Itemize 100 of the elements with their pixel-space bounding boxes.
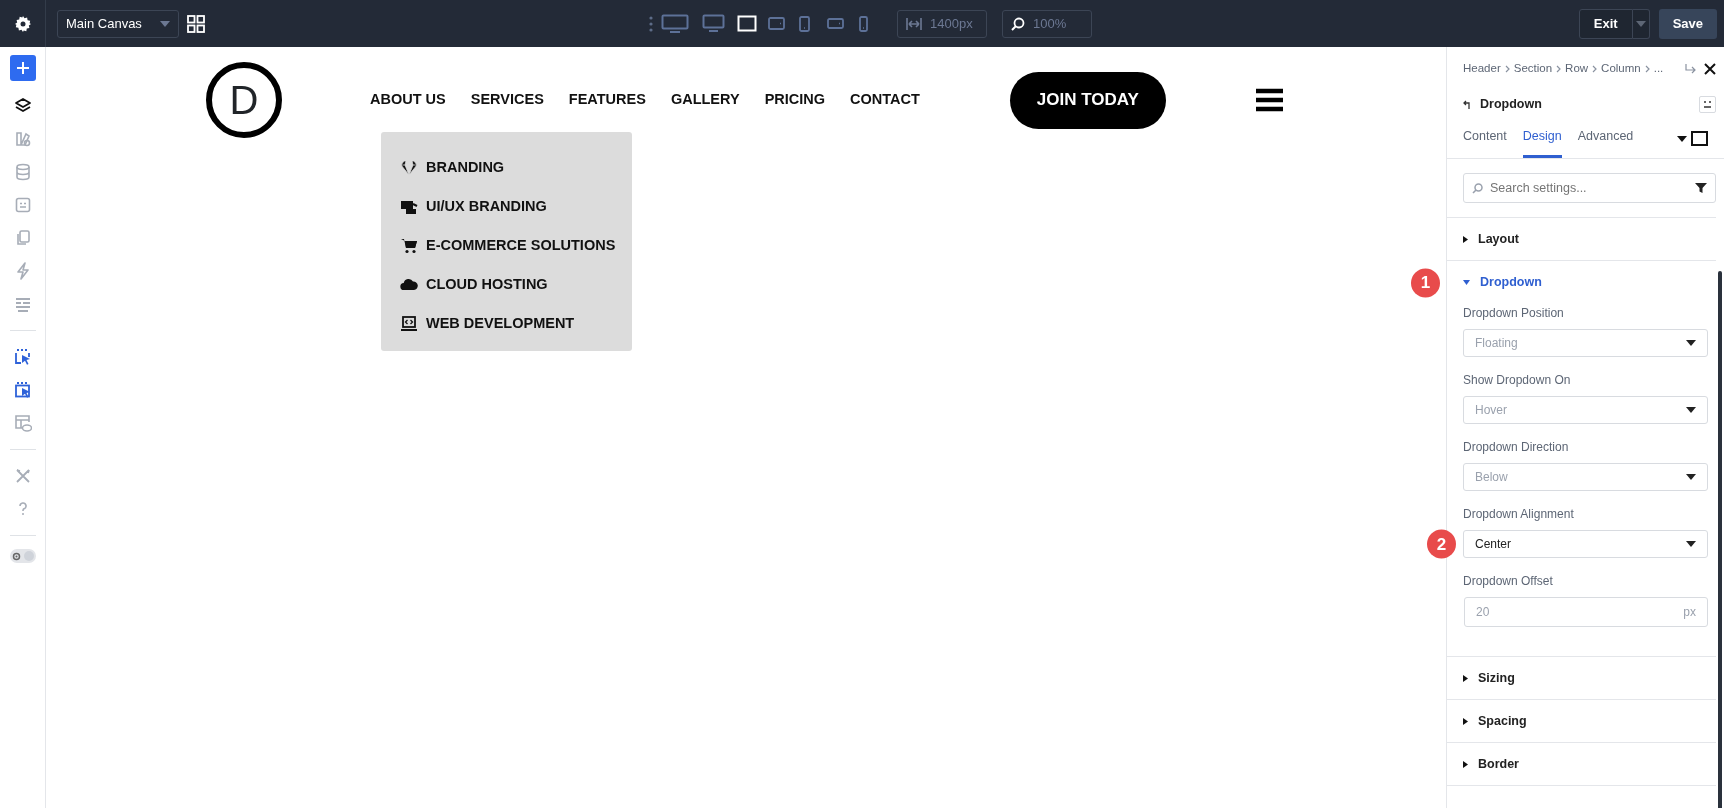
pointer-icon (13, 381, 32, 399)
layout-icon (13, 414, 32, 432)
chevron-icon (1592, 65, 1598, 73)
caret-icon (1686, 340, 1696, 346)
join-button[interactable]: JOIN TODAY (1009, 71, 1166, 129)
caret-icon (1635, 20, 1646, 27)
toggle-knob (23, 551, 34, 561)
monitor-view-button[interactable] (661, 13, 689, 34)
tablet-icon (768, 17, 785, 30)
menu-button[interactable] (1255, 88, 1283, 112)
go-to-button[interactable] (1685, 64, 1696, 74)
nav-link[interactable]: GALLERY (670, 89, 740, 111)
arrow-icon (1685, 64, 1696, 74)
section-header[interactable]: Border (1447, 743, 1716, 786)
square-icon (1691, 131, 1708, 146)
sun-icon (11, 551, 21, 561)
dropdown-item[interactable]: UI/UX BRANDING (400, 187, 632, 226)
caret-icon (1463, 717, 1468, 725)
dropdown-item[interactable]: E-COMMERCE SOLUTIONS (400, 226, 632, 265)
caret-icon (1686, 474, 1696, 480)
breadcrumb-link[interactable]: ... (1653, 60, 1664, 78)
database-icon (13, 163, 32, 181)
search-field[interactable]: Search settings... (1463, 173, 1716, 203)
field-label: Dropdown Offset (1463, 573, 1554, 590)
view-toggle-button[interactable] (1691, 131, 1708, 146)
caret-icon (1463, 235, 1468, 243)
options-button[interactable] (1699, 95, 1716, 113)
screen-icon (737, 15, 757, 32)
menu-icon (1255, 88, 1283, 112)
library-icon (13, 130, 32, 148)
width-icon (906, 17, 922, 30)
logo: D (206, 62, 282, 138)
caret-icon (1686, 407, 1696, 413)
nav-link[interactable]: CONTACT (850, 89, 920, 111)
field-label: Dropdown Alignment (1463, 506, 1575, 523)
close-icon (1704, 63, 1716, 75)
grid-button[interactable] (187, 14, 205, 33)
monitor-icon (702, 14, 725, 33)
tab[interactable]: Content (1463, 127, 1507, 158)
screen-view-button[interactable] (737, 15, 757, 32)
section-header[interactable]: Layout (1447, 218, 1716, 261)
list-icon (13, 295, 32, 313)
close-button[interactable] (1704, 63, 1716, 75)
dropdown-item[interactable]: BRANDING (400, 148, 632, 187)
tab[interactable]: Design (1522, 127, 1562, 158)
caret-icon (1463, 280, 1470, 285)
filter-icon (1695, 182, 1707, 194)
grid-icon (187, 14, 205, 33)
search-icon (1472, 183, 1483, 194)
breadcrumb-link[interactable]: Header (1463, 60, 1501, 78)
field-label: Dropdown Direction (1463, 439, 1570, 456)
tablet-view-button[interactable] (768, 17, 785, 30)
nav-link[interactable]: FEATURES (568, 89, 646, 111)
select-field[interactable]: Center (1463, 530, 1708, 558)
step-marker: 1 (1411, 268, 1440, 297)
step-marker: 2 (1427, 529, 1456, 559)
section-header[interactable]: Spacing (1447, 700, 1716, 743)
nav-link[interactable]: PRICING (764, 89, 826, 111)
phone-view-button[interactable] (859, 15, 868, 32)
filter-button[interactable] (1695, 182, 1707, 194)
tablet-view-button[interactable] (799, 15, 810, 32)
more-icon (649, 15, 653, 32)
caret-icon (1686, 541, 1696, 547)
canvas-select[interactable]: Main Canvas (57, 9, 179, 38)
tab[interactable]: Advanced (1577, 127, 1634, 158)
nav-link[interactable]: ABOUT US (370, 89, 446, 111)
nav-link[interactable]: SERVICES (470, 89, 544, 111)
section-header[interactable]: Sizing (1447, 657, 1716, 700)
phone-icon (859, 15, 868, 32)
phone-view-button[interactable] (827, 18, 844, 29)
theme-toggle[interactable] (9, 549, 36, 563)
chevron-icon (1504, 65, 1510, 73)
tablet-icon (799, 15, 810, 32)
cart-icon (400, 236, 418, 255)
breadcrumb-link[interactable]: Column (1601, 60, 1641, 78)
caret-icon (160, 20, 170, 27)
breadcrumb-link[interactable]: Section (1513, 60, 1553, 78)
dropdown-item[interactable]: CLOUD HOSTING (400, 265, 632, 304)
tools-icon (13, 467, 32, 485)
field-label: Dropdown Position (1463, 305, 1565, 322)
caret-icon (1463, 760, 1468, 768)
section-header[interactable]: Dropdown (1447, 261, 1716, 304)
phone-icon (827, 18, 844, 29)
more-button[interactable] (649, 15, 653, 32)
monitor-view-button[interactable] (702, 14, 725, 33)
breadcrumb-link[interactable]: Row (1565, 60, 1589, 78)
monitor-icon (661, 13, 689, 34)
dropdown-item[interactable]: WEB DEVELOPMENT (400, 304, 632, 343)
settings-icon (14, 15, 31, 32)
pointer-icon (13, 348, 32, 366)
exit-button[interactable]: Exit (1578, 8, 1633, 39)
back-icon (1463, 99, 1472, 109)
chevron-icon (1644, 65, 1650, 73)
caret-icon (1463, 674, 1468, 682)
panel-title: Dropdown (1480, 95, 1542, 113)
field-label: Show Dropdown On (1463, 372, 1572, 389)
add-button[interactable] (9, 55, 36, 81)
save-button[interactable]: Save (1658, 8, 1717, 39)
options-icon (1703, 100, 1712, 108)
form-icon (13, 196, 32, 214)
